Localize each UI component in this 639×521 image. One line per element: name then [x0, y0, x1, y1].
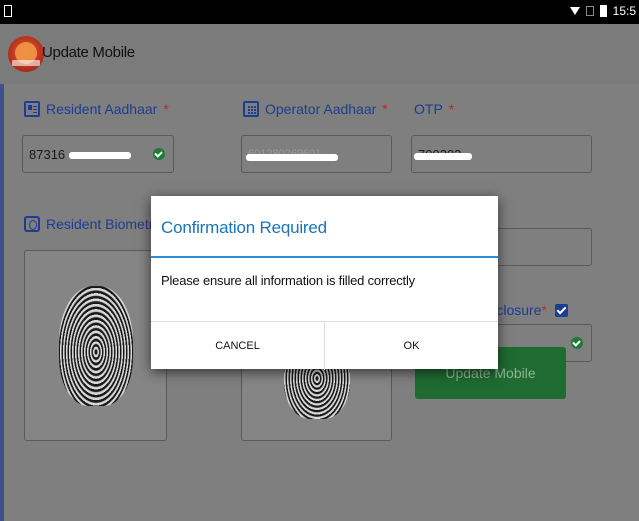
confirmation-dialog: Confirmation Required Please ensure all …	[151, 196, 498, 370]
resident-aadhaar-label: Resident Aadhaar *	[24, 101, 169, 117]
wifi-icon	[569, 7, 580, 15]
app-screen: 15:5 Update Mobile Resident Aadhaar * 873…	[0, 0, 639, 521]
aadhaar-logo-icon	[8, 36, 44, 72]
resident-biometric-label: Resident Biometric	[24, 216, 164, 232]
fingerprint-image	[58, 285, 133, 406]
redaction-mark	[246, 154, 338, 161]
ok-button[interactable]: OK	[324, 322, 498, 370]
dialog-message: Please ensure all information is filled …	[161, 273, 415, 288]
id-card-icon	[24, 101, 40, 117]
keypad-icon	[243, 101, 259, 117]
dialog-title: Confirmation Required	[161, 218, 327, 237]
status-bar: 15:5	[0, 0, 639, 24]
redaction-mark	[69, 152, 131, 159]
cancel-button[interactable]: CANCEL	[151, 322, 324, 370]
valid-check-icon	[571, 337, 583, 349]
valid-check-icon	[153, 148, 165, 160]
clock: 15:5	[612, 4, 636, 18]
battery-icon	[599, 5, 607, 17]
status-bar-right: 15:5	[569, 4, 636, 18]
app-title: Update Mobile	[42, 44, 135, 61]
otp-input[interactable]: 700202	[411, 135, 592, 173]
fingerprint-icon	[24, 216, 40, 232]
dialog-divider	[151, 256, 498, 258]
redaction-mark	[414, 153, 472, 160]
otp-label: OTP *	[414, 101, 455, 117]
signal-icon	[585, 6, 594, 16]
fingerprint-capture-left[interactable]	[24, 250, 167, 441]
operator-aadhaar-label: Operator Aadhaar *	[243, 101, 388, 117]
disclosure-checkbox[interactable]	[554, 303, 568, 317]
resident-aadhaar-input[interactable]: 87316	[22, 135, 174, 173]
notification-icon	[4, 5, 12, 17]
action-bar: Update Mobile	[0, 24, 639, 84]
dialog-actions: CANCEL OK	[151, 321, 498, 370]
operator-aadhaar-input[interactable]: 601280269601	[241, 135, 392, 173]
